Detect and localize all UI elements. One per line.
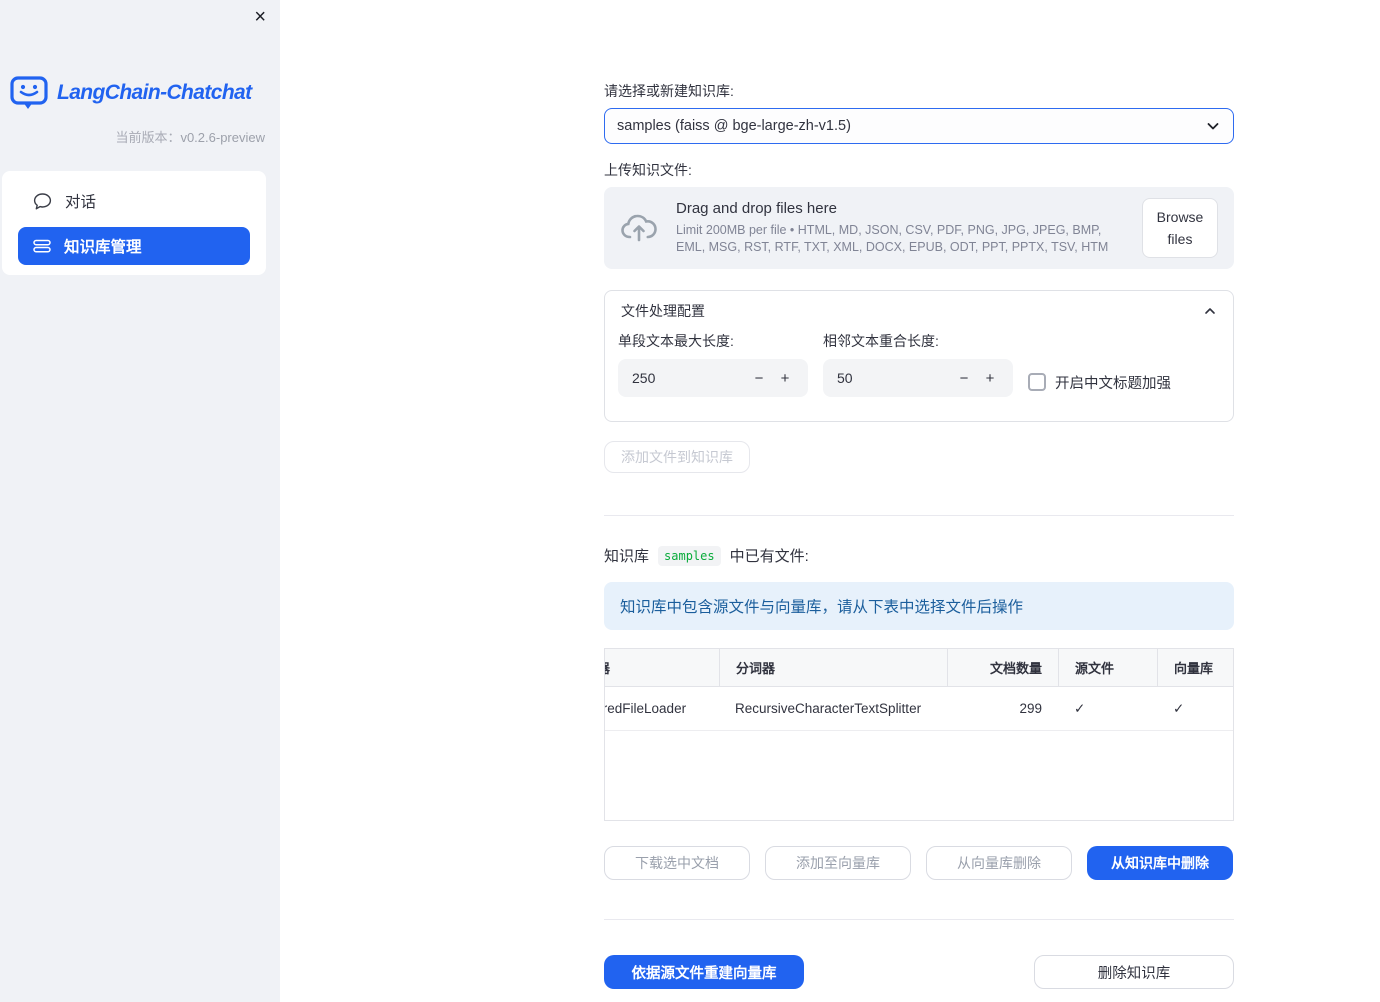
chunk-size-label: 单段文本最大长度: (618, 333, 734, 349)
browse-files-button[interactable]: Browse files (1142, 197, 1218, 259)
column-header-vector-store[interactable]: 向量库 (1157, 649, 1233, 686)
expander-header[interactable]: 文件处理配置 (605, 291, 1233, 329)
overlap-label: 相邻文本重合长度: (823, 333, 939, 349)
info-banner: 知识库中包含源文件与向量库，请从下表中选择文件后操作 (604, 582, 1234, 630)
sidebar-item-knowledge-base[interactable]: 知识库管理 (18, 227, 250, 265)
sidebar-menu: 对话 知识库管理 (2, 171, 266, 275)
chunk-size-field: 单段文本最大长度: 250 − + (618, 331, 808, 401)
column-header-loader[interactable]: 文档加载器 (605, 649, 719, 686)
divider (604, 919, 1234, 920)
sidebar-item-label: 知识库管理 (64, 239, 142, 256)
download-selected-button[interactable]: 下载选中文档 (604, 846, 750, 880)
upload-label: 上传知识文件: (604, 162, 692, 178)
kb-files-suffix: 中已有文件: (729, 548, 809, 565)
file-actions: 下载选中文档 添加至向量库 从向量库删除 从知识库中删除 (604, 846, 1234, 880)
sidebar-item-chat[interactable]: 对话 (18, 180, 250, 222)
zh-title-enhance-field: 开启中文标题加强 (1028, 363, 1220, 401)
kb-bottom-actions: 依据源文件重建向量库 删除知识库 (604, 955, 1234, 989)
cell-doc-count[interactable]: 299 (947, 687, 1058, 730)
kb-files-prefix: 知识库 (604, 548, 650, 565)
zh-title-enhance-checkbox[interactable] (1028, 373, 1046, 391)
version-text: 当前版本：v0.2.6-preview (115, 130, 265, 145)
table-scroll-area[interactable]: 文档加载器 分词器 文档数量 源文件 向量库 UnstructuredFileL… (605, 649, 1233, 731)
file-dropzone[interactable]: Drag and drop files here Limit 200MB per… (604, 187, 1234, 269)
delete-from-kb-button[interactable]: 从知识库中删除 (1087, 846, 1233, 880)
add-to-vector-store-button[interactable]: 添加至向量库 (765, 846, 911, 880)
app-logo: LangChain-Chatchat (10, 76, 272, 110)
expander-title: 文件处理配置 (621, 303, 705, 319)
cell-source-file-check[interactable]: ✓ (1058, 687, 1157, 730)
kb-select-value: samples (faiss @ bge-large-zh-v1.5) (617, 118, 851, 134)
column-header-source-file[interactable]: 源文件 (1058, 649, 1157, 686)
sidebar-item-label: 对话 (65, 194, 97, 211)
cell-loader[interactable]: UnstructuredFileLoader (605, 687, 719, 730)
zh-title-enhance-label: 开启中文标题加强 (1055, 375, 1171, 392)
kb-files-heading: 知识库 samples 中已有文件: (604, 545, 1234, 566)
column-header-doc-count[interactable]: 文档数量 (947, 649, 1058, 686)
kb-name-code: samples (658, 545, 721, 566)
chunk-size-input[interactable]: 250 − + (618, 359, 808, 397)
cloud-upload-icon (620, 212, 658, 244)
kb-select[interactable]: samples (faiss @ bge-large-zh-v1.5) (604, 108, 1234, 144)
add-files-button[interactable]: 添加文件到知识库 (604, 441, 750, 473)
chat-bubble-icon (33, 192, 52, 211)
chunk-size-value[interactable]: 250 (632, 370, 746, 386)
cell-vector-store-check[interactable]: ✓ (1157, 687, 1233, 730)
overlap-value[interactable]: 50 (837, 370, 951, 386)
decrement-button[interactable]: − (951, 370, 977, 387)
expander-body: 单段文本最大长度: 250 − + 相邻文本重合长度: 50 − + 开启中文标… (605, 329, 1233, 421)
column-header-splitter[interactable]: 分词器 (719, 649, 947, 686)
info-banner-text: 知识库中包含源文件与向量库，请从下表中选择文件后操作 (620, 599, 1024, 616)
dropzone-limit-text: Limit 200MB per file • HTML, MD, JSON, C… (676, 223, 1109, 254)
sidebar-close-icon[interactable]: × (254, 4, 266, 30)
dropzone-title: Drag and drop files here (676, 200, 837, 218)
overlap-input[interactable]: 50 − + (823, 359, 1013, 397)
list-bars-icon (33, 238, 51, 254)
delete-kb-button[interactable]: 删除知识库 (1034, 955, 1234, 989)
chevron-up-icon[interactable] (1203, 304, 1217, 318)
dropzone-instructions: Drag and drop files here Limit 200MB per… (676, 200, 1124, 256)
rebuild-vector-store-button[interactable]: 依据源文件重建向量库 (604, 955, 804, 989)
overlap-field: 相邻文本重合长度: 50 − + (823, 331, 1013, 401)
cell-splitter[interactable]: RecursiveCharacterTextSplitter (719, 687, 947, 730)
chevron-down-icon[interactable] (1205, 118, 1221, 134)
decrement-button[interactable]: − (746, 370, 772, 387)
increment-button[interactable]: + (977, 370, 1003, 387)
divider (604, 515, 1234, 516)
increment-button[interactable]: + (772, 370, 798, 387)
app-title: LangChain-Chatchat (57, 81, 252, 104)
chat-smiley-logo-icon (10, 76, 48, 110)
sidebar: × LangChain-Chatchat 当前版本：v0.2.6-preview… (0, 0, 280, 1002)
table-row[interactable]: UnstructuredFileLoader RecursiveCharacte… (605, 687, 1233, 731)
kb-files-table[interactable]: 文档加载器 分词器 文档数量 源文件 向量库 UnstructuredFileL… (604, 648, 1234, 821)
delete-from-vector-store-button[interactable]: 从向量库删除 (926, 846, 1072, 880)
kb-select-label: 请选择或新建知识库: (604, 83, 734, 99)
main-content: 请选择或新建知识库: samples (faiss @ bge-large-zh… (604, 0, 1234, 989)
file-config-expander: 文件处理配置 单段文本最大长度: 250 − + 相邻文本重合长度: 50 − … (604, 290, 1234, 422)
table-header-row: 文档加载器 分词器 文档数量 源文件 向量库 (605, 649, 1233, 687)
